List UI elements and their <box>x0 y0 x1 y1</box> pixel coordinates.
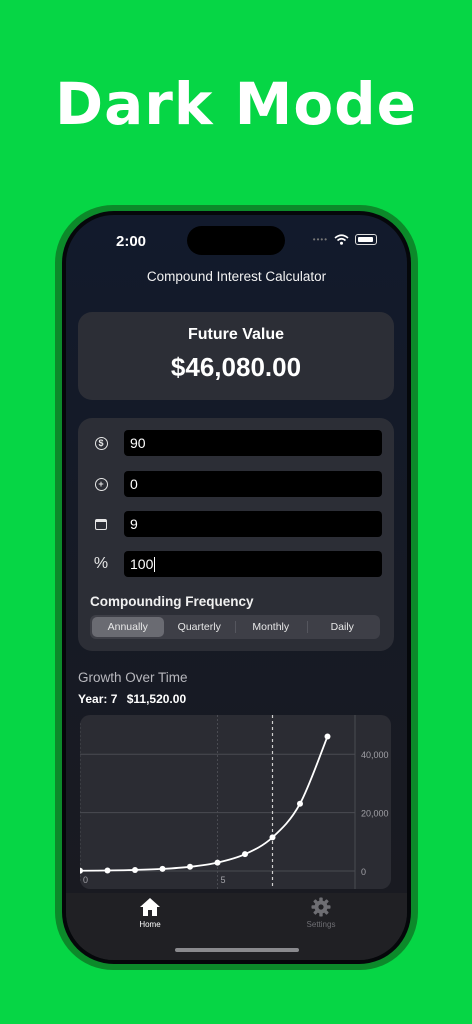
chart-data-point <box>214 859 221 866</box>
app-title: Compound Interest Calculator <box>146 269 327 284</box>
chart-y-tick-label: 40,000 <box>361 750 389 760</box>
dynamic-island <box>187 226 285 255</box>
chart-data-point <box>80 867 83 874</box>
inputs-card: $ 90 + 0 9 % 100 Compounding Frequency A… <box>78 418 394 651</box>
chart-data-point <box>242 851 248 858</box>
house-icon <box>140 898 160 916</box>
chart-data-point <box>187 863 193 870</box>
status-icons: •••• <box>313 234 377 245</box>
frequency-segmented-control: Annually Quarterly Monthly Daily <box>90 615 380 639</box>
plus-circle-icon: + <box>88 471 114 497</box>
percent-icon: % <box>93 555 109 572</box>
future-value-card: Future Value $46,080.00 <box>78 312 394 400</box>
chart-x-tick-label: 5 <box>221 875 226 885</box>
chart-y-tick-label: 0 <box>361 867 366 877</box>
frequency-label: Compounding Frequency <box>90 594 254 609</box>
years-input[interactable]: 9 <box>124 511 382 537</box>
segment-daily[interactable]: Daily <box>306 617 379 637</box>
tab-bar: Home Settings <box>66 893 407 960</box>
growth-title: Growth Over Time <box>78 670 188 685</box>
future-value-amount: $46,080.00 <box>170 352 302 382</box>
wifi-icon <box>334 234 349 245</box>
chart-data-point <box>132 866 138 873</box>
battery-icon <box>355 234 377 245</box>
home-indicator <box>175 948 299 952</box>
chart-y-tick-label: 20,000 <box>361 809 389 819</box>
chart-data-point <box>324 733 331 740</box>
years-row: 9 <box>88 511 382 537</box>
segment-annually[interactable]: Annually <box>92 617 164 637</box>
future-value-label: Future Value <box>187 326 285 343</box>
principal-input[interactable]: 90 <box>124 430 382 456</box>
rate-input-value: 100 <box>130 556 154 572</box>
selected-value: $11,520.00 <box>126 692 187 706</box>
phone-screen: 2:00 •••• Compound Interest Calculator F… <box>66 215 407 960</box>
contribution-row: + 0 <box>88 471 382 497</box>
chart-data-point <box>104 867 111 874</box>
growth-chart-svg[interactable]: 0 20,000 40,000 0 5 <box>80 715 391 889</box>
growth-chart[interactable]: 0 20,000 40,000 0 5 <box>80 715 391 889</box>
chart-data-point <box>269 834 276 841</box>
principal-row: $ 90 <box>88 430 382 456</box>
text-caret <box>154 556 156 572</box>
tab-home[interactable]: Home <box>110 897 190 929</box>
chart-series-line <box>80 736 329 872</box>
selection-readout: Year: 7 $11,520.00 <box>78 692 186 706</box>
selected-year: Year: 7 <box>78 692 118 706</box>
cellular-signal-icon: •••• <box>312 235 328 244</box>
tab-settings-label: Settings <box>306 920 336 929</box>
status-time: 2:00 <box>116 233 147 250</box>
headline: Dark Mode <box>54 70 418 138</box>
rate-row: % 100 <box>88 551 382 577</box>
contribution-input[interactable]: 0 <box>124 471 382 497</box>
gear-icon <box>311 897 331 917</box>
chart-x-tick-label: 0 <box>83 875 88 885</box>
tab-home-label: Home <box>139 920 161 929</box>
chart-data-point <box>297 800 303 807</box>
segment-quarterly[interactable]: Quarterly <box>164 617 236 637</box>
dollar-circle-icon: $ <box>88 430 114 456</box>
rate-input[interactable]: 100 <box>124 551 382 577</box>
calendar-icon <box>88 511 114 537</box>
tab-settings[interactable]: Settings <box>281 897 361 929</box>
chart-data-point <box>159 865 166 872</box>
segment-monthly[interactable]: Monthly <box>235 617 307 637</box>
status-bar: 2:00 •••• <box>66 215 407 265</box>
